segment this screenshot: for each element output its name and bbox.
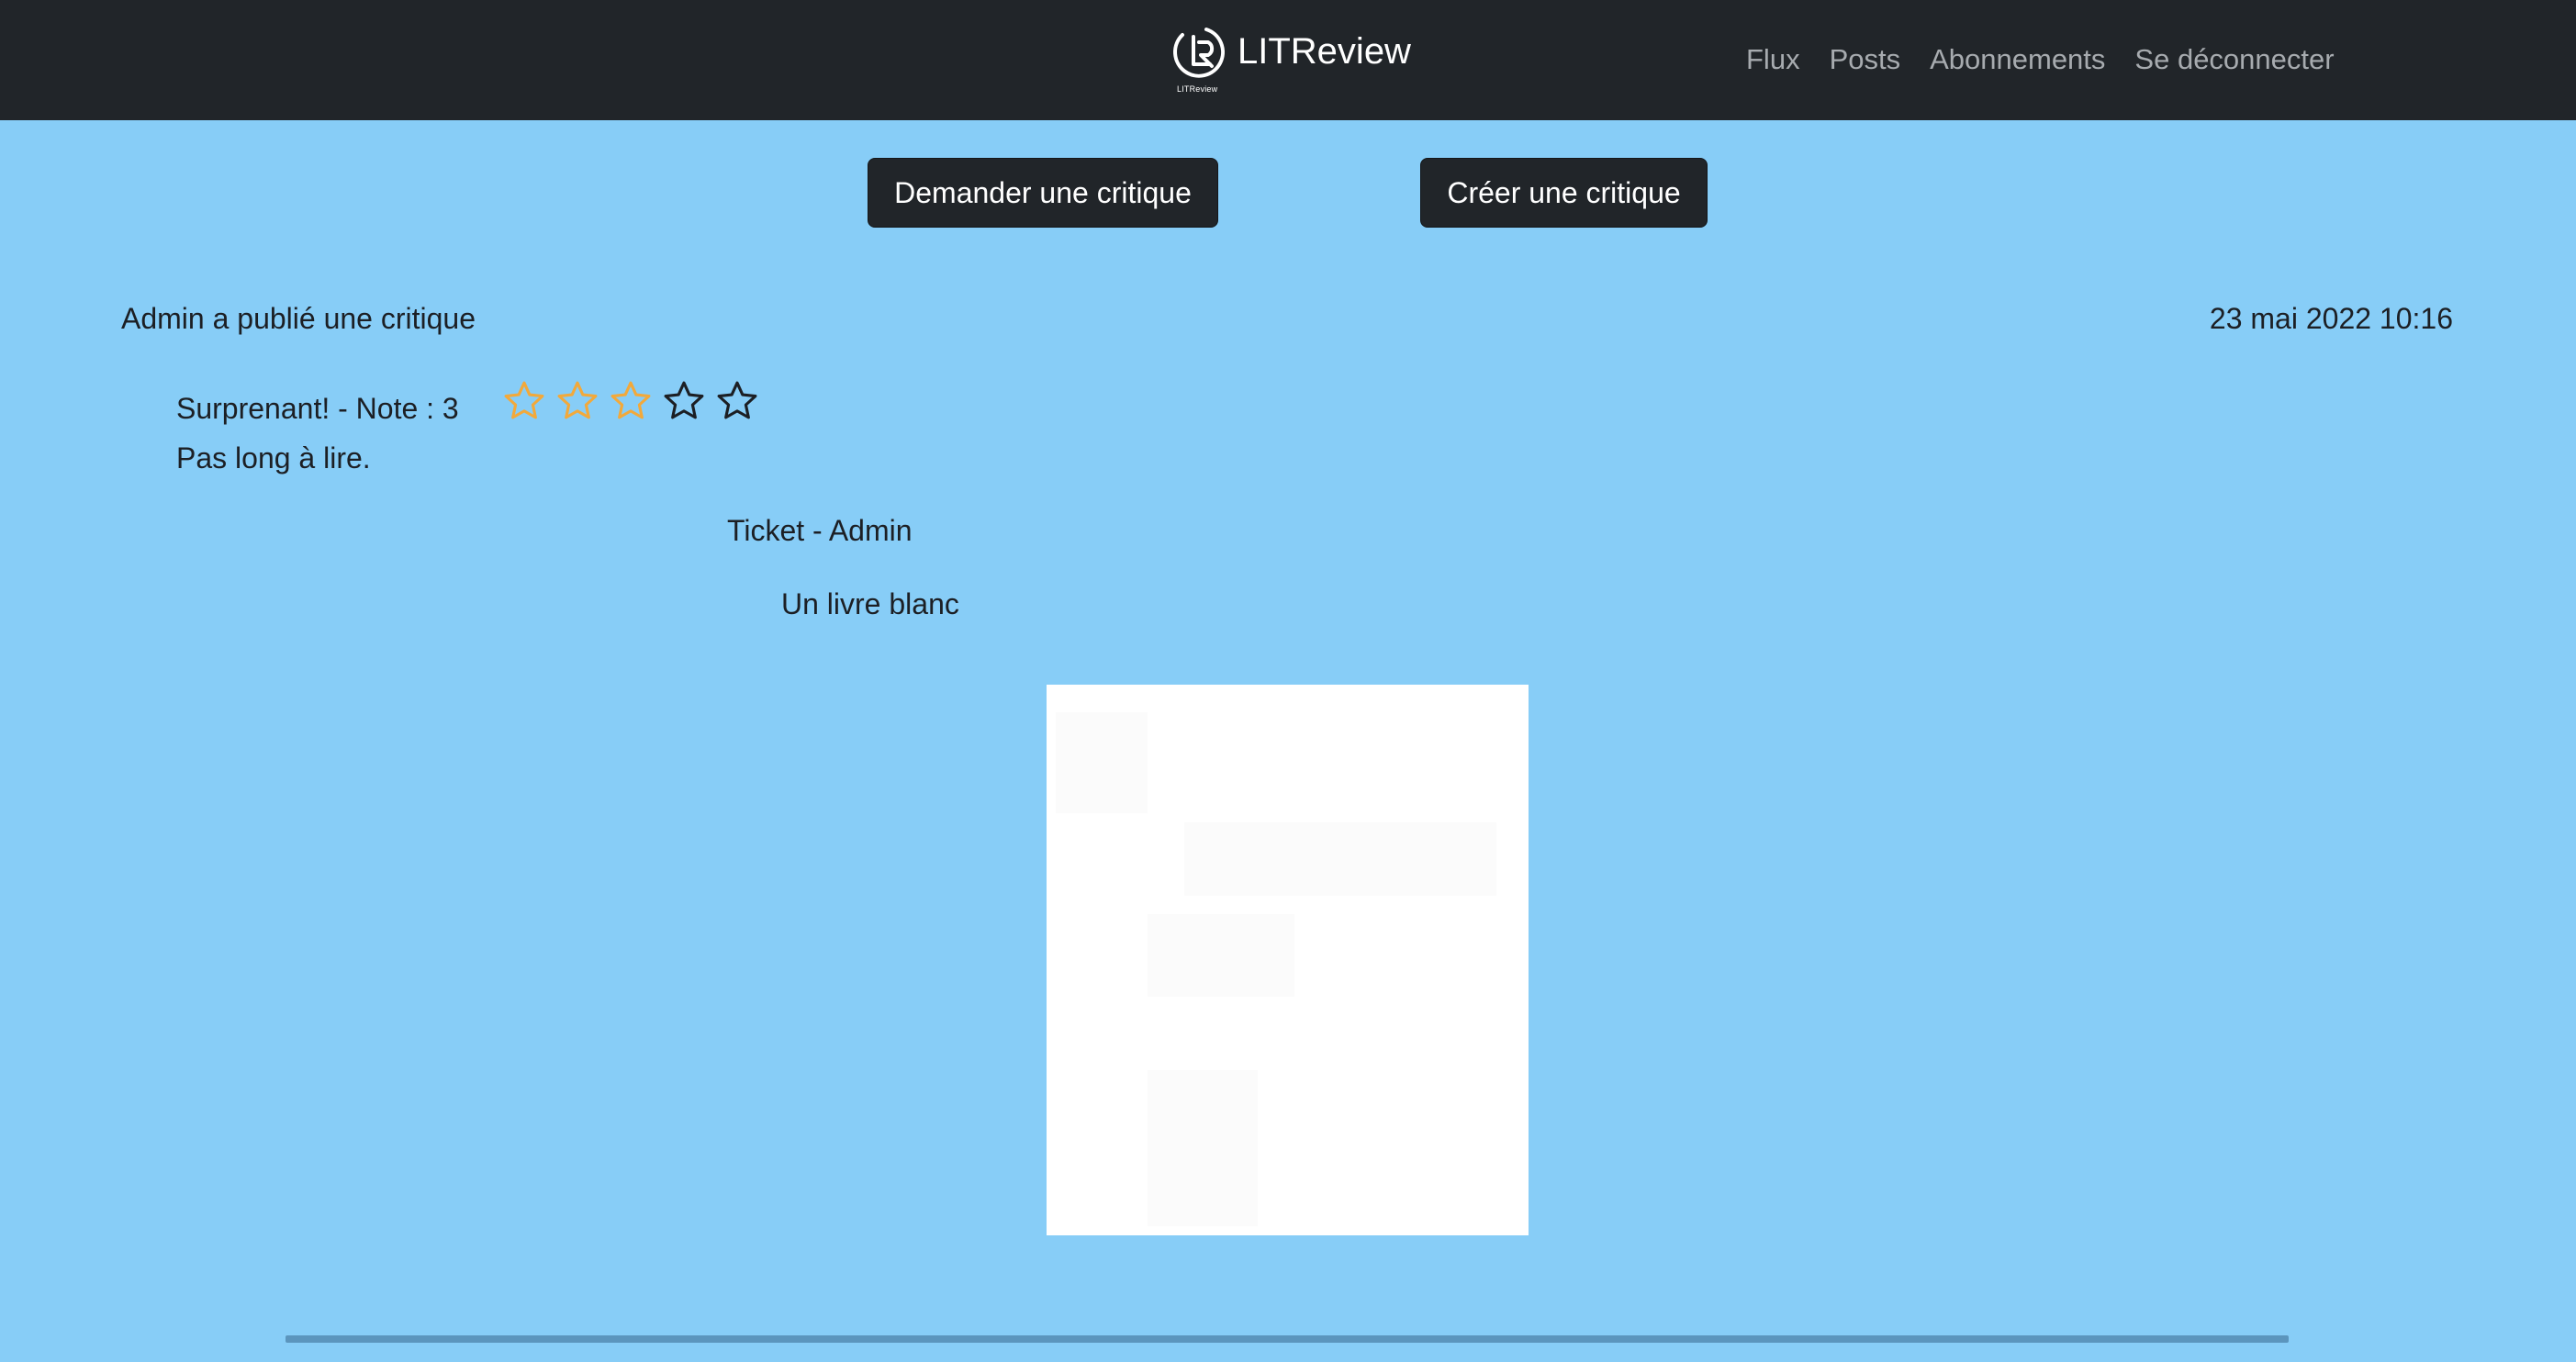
review-body: Pas long à lire. (176, 441, 371, 474)
book-cover-image (1047, 685, 1529, 1235)
page: LITReview LITReview Flux Posts Abonnemen… (0, 0, 2576, 1362)
review-headline: Surprenant! - Note : 3 (176, 392, 459, 425)
logo-caption: LITReview (1177, 84, 1218, 94)
nav-link-abonnements[interactable]: Abonnements (1930, 40, 2105, 79)
nav-link-logout[interactable]: Se déconnecter (2134, 40, 2334, 79)
nav-menu: Flux Posts Abonnements Se déconnecter (1746, 40, 2335, 79)
star-icon (610, 380, 652, 420)
star-rating (503, 380, 758, 420)
nav-link-posts[interactable]: Posts (1830, 40, 1901, 79)
brand-name: LITReview (1238, 31, 1411, 72)
ticket-title: Ticket - Admin (727, 514, 913, 547)
star-icon (663, 380, 705, 420)
post-author-line: Admin a publié une critique (121, 302, 476, 335)
navbar: LITReview LITReview Flux Posts Abonnemen… (0, 0, 2576, 120)
nav-link-flux[interactable]: Flux (1746, 40, 1800, 79)
post-divider (286, 1335, 2289, 1343)
star-icon (716, 380, 758, 420)
star-icon (556, 380, 599, 420)
ticket-book-title: Un livre blanc (781, 587, 959, 620)
star-icon (503, 380, 545, 420)
create-review-button[interactable]: Créer une critique (1420, 158, 1708, 228)
request-review-button[interactable]: Demander une critique (868, 158, 1218, 228)
brand-link[interactable]: LITReview LITReview (1170, 24, 1411, 97)
post-date: 23 mai 2022 10:16 (2209, 302, 2453, 335)
litreview-logo-icon: LITReview (1170, 24, 1228, 97)
